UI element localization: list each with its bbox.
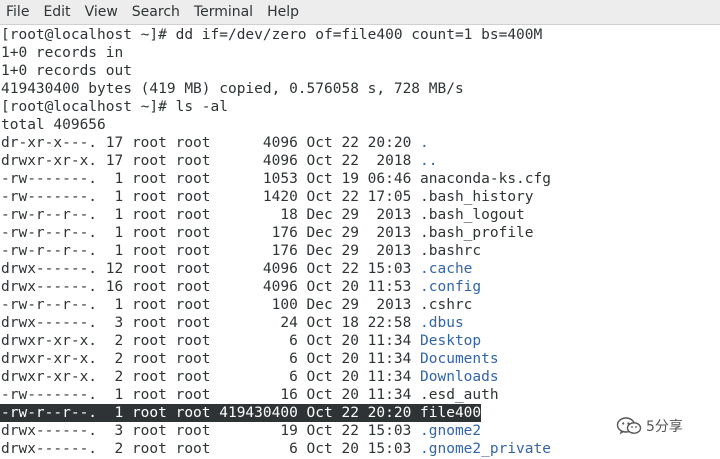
file-entry-details: -rw-r--r--. 1 root root 176 Dec 29 2013 [1, 225, 421, 241]
directory-name: .config [420, 279, 482, 295]
directory-name: .dbus [420, 315, 464, 331]
watermark: 5分享 [616, 413, 683, 439]
file-entry-details: drwx------. 3 root root 24 Oct 18 22:58 [1, 315, 421, 331]
wechat-icon [616, 417, 642, 435]
terminal-line-selected: -rw-r--r--. 1 root root 419430400 Oct 22… [0, 404, 482, 422]
directory-name: Documents [420, 351, 499, 367]
file-entry-details: -rw-------. 1 root root 1420 Oct 22 17:0… [1, 189, 421, 205]
terminal-line: drwx------. 12 root root 4096 Oct 22 15:… [1, 260, 472, 278]
terminal-line: -rw-r--r--. 1 root root 100 Dec 29 2013 … [1, 296, 472, 314]
terminal-line: drwx------. 3 root root 19 Oct 22 15:03 … [1, 422, 481, 440]
terminal-line: -rw-r--r--. 1 root root 18 Dec 29 2013 .… [1, 206, 525, 224]
directory-name: .. [420, 153, 438, 169]
menu-view[interactable]: View [78, 0, 125, 24]
directory-name: .gnome2 [420, 423, 482, 439]
file-entry-details: -rw-------. 1 root root 1053 Oct 19 06:4… [1, 171, 421, 187]
file-entry-details: drwx------. 2 root root 6 Oct 20 15:03 [1, 441, 421, 457]
file-entry-details: drwxr-xr-x. 2 root root 6 Oct 20 11:34 [1, 333, 421, 349]
terminal-line: -rw-r--r--. 1 root root 176 Dec 29 2013 … [1, 242, 481, 260]
directory-name: . [420, 135, 429, 151]
terminal-line: drwxr-xr-x. 2 root root 6 Oct 20 11:34 D… [1, 368, 499, 386]
file-entry-details: -rw-r--r--. 1 root root 18 Dec 29 2013 [1, 207, 421, 223]
terminal-line: [root@localhost ~]# dd if=/dev/zero of=f… [1, 27, 543, 43]
file-entry-details: drwx------. 3 root root 19 Oct 22 15:03 [1, 423, 421, 439]
terminal-output[interactable]: [root@localhost ~]# dd if=/dev/zero of=f… [0, 25, 720, 459]
file-name: .esd_auth [420, 387, 499, 403]
file-entry-details: drwxr-xr-x. 2 root root 6 Oct 20 11:34 [1, 351, 421, 367]
menu-file[interactable]: File [0, 0, 36, 24]
menu-search[interactable]: Search [125, 0, 187, 24]
directory-name: .gnome2_private [420, 441, 551, 457]
file-entry-details: -rw-r--r--. 1 root root 100 Dec 29 2013 [1, 297, 421, 313]
file-name: file400 [420, 405, 482, 421]
terminal-line: -rw-r--r--. 1 root root 176 Dec 29 2013 … [1, 224, 534, 242]
file-name: .bashrc [420, 243, 482, 259]
terminal-line: -rw-------. 1 root root 1420 Oct 22 17:0… [1, 188, 534, 206]
terminal-line: -rw-------. 1 root root 1053 Oct 19 06:4… [1, 170, 551, 188]
terminal-line: 419430400 bytes (419 MB) copied, 0.57605… [1, 81, 464, 97]
menu-bar: File Edit View Search Terminal Help [0, 0, 720, 25]
file-name: .cshrc [420, 297, 473, 313]
directory-name: Desktop [420, 333, 482, 349]
file-name: .bash_profile [420, 225, 534, 241]
terminal-line: -rw-------. 1 root root 16 Oct 20 11:34 … [1, 386, 499, 404]
file-name: .bash_history [420, 189, 534, 205]
directory-name: .cache [420, 261, 473, 277]
directory-name: Downloads [420, 369, 499, 385]
terminal-line: dr-xr-x---. 17 root root 4096 Oct 22 20:… [1, 134, 429, 152]
file-entry-details: drwx------. 16 root root 4096 Oct 20 11:… [1, 279, 421, 295]
terminal-line: drwxr-xr-x. 2 root root 6 Oct 20 11:34 D… [1, 350, 499, 368]
terminal-line: total 409656 [1, 117, 106, 133]
file-entry-details: dr-xr-x---. 17 root root 4096 Oct 22 20:… [1, 135, 421, 151]
terminal-line: drwx------. 3 root root 24 Oct 18 22:58 … [1, 314, 464, 332]
menu-edit[interactable]: Edit [36, 0, 77, 24]
terminal-line: [root@localhost ~]# ls -al [1, 99, 228, 115]
file-entry-details: -rw-r--r--. 1 root root 419430400 Oct 22… [1, 405, 421, 421]
terminal-line: 1+0 records in [1, 45, 124, 61]
terminal-line: drwx------. 16 root root 4096 Oct 20 11:… [1, 278, 481, 296]
terminal-line: 1+0 records out [1, 63, 132, 79]
file-name: anaconda-ks.cfg [420, 171, 551, 187]
file-entry-details: -rw-r--r--. 1 root root 176 Dec 29 2013 [1, 243, 421, 259]
menu-terminal[interactable]: Terminal [187, 0, 260, 24]
watermark-text: 5分享 [646, 419, 683, 435]
terminal-line: drwxr-xr-x. 17 root root 4096 Oct 22 201… [1, 152, 438, 170]
file-entry-details: drwxr-xr-x. 17 root root 4096 Oct 22 201… [1, 153, 421, 169]
file-name: .bash_logout [420, 207, 525, 223]
menu-help[interactable]: Help [260, 0, 306, 24]
file-entry-details: -rw-------. 1 root root 16 Oct 20 11:34 [1, 387, 421, 403]
terminal-line: drwxr-xr-x. 2 root root 6 Oct 20 11:34 D… [1, 332, 481, 350]
file-entry-details: drwxr-xr-x. 2 root root 6 Oct 20 11:34 [1, 369, 421, 385]
file-entry-details: drwx------. 12 root root 4096 Oct 22 15:… [1, 261, 421, 277]
terminal-line: drwx------. 2 root root 6 Oct 20 15:03 .… [1, 440, 551, 458]
